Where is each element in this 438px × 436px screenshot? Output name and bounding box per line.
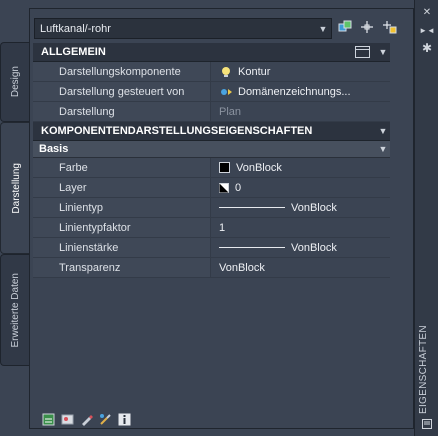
property-value: Plan <box>211 102 390 121</box>
property-row: Linientypfaktor 1 <box>33 218 390 238</box>
property-value[interactable]: 1 <box>211 218 390 237</box>
edit-display-icon[interactable] <box>99 413 112 426</box>
property-row: Layer 0 <box>33 178 390 198</box>
collapse-icon[interactable]: ▼ <box>376 126 390 136</box>
property-row: Farbe VonBlock <box>33 158 390 178</box>
close-icon[interactable]: ✕ <box>420 6 434 18</box>
property-label: Darstellungskomponente <box>33 62 211 81</box>
property-label: Farbe <box>33 158 211 177</box>
display-control-icon <box>221 88 232 95</box>
lightbulb-icon <box>222 66 230 77</box>
collapse-icon[interactable]: ▼ <box>376 47 390 57</box>
linetype-preview-icon <box>219 207 285 208</box>
section-header-allgemein[interactable]: ALLGEMEIN ▼ <box>33 43 390 62</box>
property-value-text: Kontur <box>238 65 271 78</box>
property-row: Darstellung Plan <box>33 102 390 122</box>
property-value[interactable]: 0 <box>211 178 390 197</box>
info-icon[interactable] <box>118 413 131 426</box>
edit-style-icon[interactable] <box>80 413 93 426</box>
property-row: Darstellungskomponente Kontur <box>33 62 390 82</box>
property-row: Transparenz VonBlock <box>33 258 390 278</box>
object-type-dropdown[interactable]: Luftkanal/-rohr ▼ <box>34 18 332 39</box>
property-row: Linienstärke VonBlock <box>33 238 390 258</box>
property-value[interactable]: VonBlock <box>211 198 390 217</box>
property-value-text: VonBlock <box>219 261 265 274</box>
style-manager-icon[interactable] <box>42 413 55 426</box>
property-value[interactable]: VonBlock <box>211 158 390 177</box>
property-label: Darstellung <box>33 102 211 121</box>
tab-erweiterte-daten[interactable]: Erweiterte Daten <box>0 254 29 366</box>
property-value-text: Plan <box>219 105 242 118</box>
select-objects-icon[interactable] <box>382 19 398 35</box>
pick-point-icon[interactable] <box>359 19 375 35</box>
property-row: Darstellung gesteuert von Domänenzeichnu… <box>33 82 390 102</box>
gear-icon[interactable]: ✱ <box>420 41 434 55</box>
layer-icon <box>219 182 229 193</box>
property-label: Linienstärke <box>33 238 211 257</box>
auto-hide-icon[interactable]: ►◄ <box>419 24 435 36</box>
property-value-text: 1 <box>219 221 226 234</box>
table-menu-icon[interactable] <box>355 46 370 58</box>
subsection-title-basis: Basis <box>39 143 69 155</box>
property-value[interactable]: Kontur <box>211 62 390 81</box>
property-label: Transparenz <box>33 258 211 277</box>
palette-title-bar: ✕ ►◄ ✱ EIGENSCHAFTEN <box>414 0 438 436</box>
color-swatch-icon <box>219 162 230 173</box>
property-value-text: VonBlock <box>236 161 282 174</box>
palette-menu-icon[interactable] <box>420 418 434 430</box>
property-value-text: Domänenzeichnungs... <box>238 85 351 98</box>
property-grid: ALLGEMEIN ▼ Darstellungskomponente Kontu… <box>33 43 390 278</box>
bottom-toolbar <box>42 413 131 426</box>
display-manager-icon[interactable] <box>61 413 74 426</box>
tab-erweiterte-daten-label: Erweiterte Daten <box>9 272 21 348</box>
property-row: Linientyp VonBlock <box>33 198 390 218</box>
subsection-header-basis[interactable]: Basis ▼ <box>33 141 390 158</box>
property-label: Linientypfaktor <box>33 218 211 237</box>
property-value[interactable]: VonBlock <box>211 258 390 277</box>
lineweight-preview-icon <box>219 247 285 248</box>
quick-select-icon[interactable] <box>337 19 353 35</box>
property-label: Darstellung gesteuert von <box>33 82 211 101</box>
property-value[interactable]: Domänenzeichnungs... <box>211 82 390 101</box>
tab-darstellung[interactable]: Darstellung <box>0 122 31 254</box>
property-label: Layer <box>33 178 211 197</box>
property-value-text: VonBlock <box>291 241 337 254</box>
tab-darstellung-label: Darstellung <box>10 162 22 214</box>
tab-design-label: Design <box>9 66 21 98</box>
tab-design[interactable]: Design <box>0 42 29 122</box>
section-title-komponenten: KOMPONENTENDARSTELLUNGSEIGENSCHAFTEN <box>41 125 313 137</box>
palette-title: EIGENSCHAFTEN <box>418 325 429 414</box>
chevron-down-icon: ▼ <box>318 23 328 34</box>
property-value[interactable]: VonBlock <box>211 238 390 257</box>
object-type-value: Luftkanal/-rohr <box>40 22 111 35</box>
section-title-allgemein: ALLGEMEIN <box>41 46 106 58</box>
section-header-komponenten[interactable]: KOMPONENTENDARSTELLUNGSEIGENSCHAFTEN ▼ <box>33 122 390 141</box>
property-label: Linientyp <box>33 198 211 217</box>
property-value-text: VonBlock <box>291 201 337 214</box>
properties-panel: Luftkanal/-rohr ▼ ALLGEMEIN ▼ Darstellun… <box>29 8 414 429</box>
property-value-text: 0 <box>235 181 242 194</box>
collapse-icon[interactable]: ▼ <box>376 144 390 154</box>
